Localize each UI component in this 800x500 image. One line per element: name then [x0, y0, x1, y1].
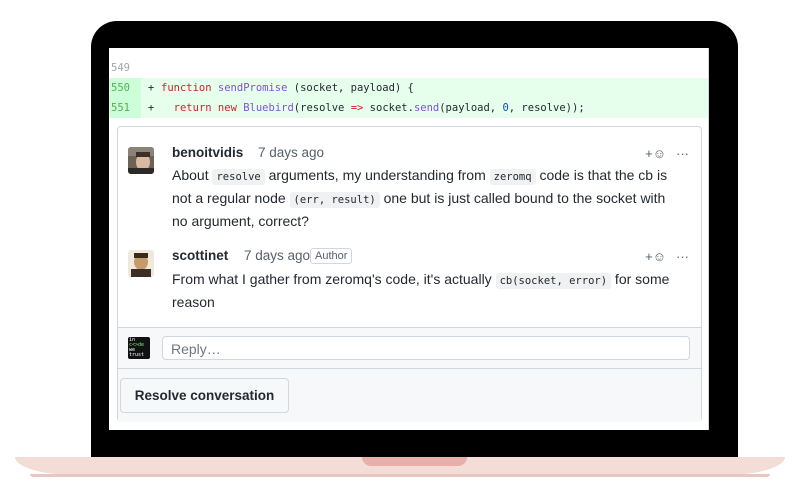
resolve-area: Resolve conversation [118, 368, 701, 422]
code-keyword: return [173, 102, 212, 114]
code-diff: 549 550 + function sendPromise (socket, … [109, 48, 709, 118]
line-number[interactable]: 550 [109, 78, 141, 98]
comment-actions: +☺ ··· [635, 249, 689, 264]
code-line-551: 551 + return new Bluebird(resolve => soc… [109, 98, 709, 118]
reply-input[interactable]: Reply… [162, 336, 690, 360]
code-rest: (payload, [439, 102, 503, 114]
comment-body: From what I gather from zeromq's code, i… [172, 269, 682, 313]
code-rest: , resolve)); [508, 102, 585, 114]
inline-code: (err, result) [289, 192, 380, 208]
code-line-550: 550 + function sendPromise (socket, payl… [109, 78, 709, 98]
inline-code: cb(socket, error) [495, 273, 612, 289]
resolve-conversation-button[interactable]: Resolve conversation [120, 378, 289, 413]
add-reaction-icon[interactable]: +☺ [645, 249, 666, 264]
comment-body: About resolve arguments, my understandin… [172, 165, 682, 232]
code-text: return new Bluebird(resolve => socket.se… [161, 98, 585, 118]
avatar-benoitvidis[interactable] [128, 147, 154, 174]
code-rest: socket. [363, 102, 414, 114]
comment-author[interactable]: benoitvidis [172, 145, 243, 160]
code-class-name: Bluebird [243, 102, 294, 114]
more-options-icon[interactable]: ··· [676, 249, 689, 264]
inline-code: resolve [212, 169, 265, 185]
comment-text: arguments, my understanding from [264, 167, 490, 183]
diff-marker: + [147, 82, 155, 94]
avatar-text: trust [129, 352, 145, 358]
more-options-icon[interactable]: ··· [676, 146, 689, 161]
code-function-name: sendPromise [217, 82, 288, 94]
diff-marker [141, 58, 161, 78]
code-keyword: new [217, 102, 237, 114]
code-rest: (socket, payload) { [287, 82, 414, 94]
divider [708, 48, 709, 430]
code-text: function sendPromise (socket, payload) { [161, 78, 414, 98]
comment-timestamp[interactable]: 7 days ago [244, 248, 310, 263]
code-rest: (resolve [293, 102, 351, 114]
code-line-549: 549 [109, 58, 709, 78]
code-keyword: function [161, 82, 212, 94]
comment-text: From what I gather from zeromq's code, i… [172, 271, 496, 287]
comment-timestamp[interactable]: 7 days ago [258, 145, 324, 160]
review-thread: benoitvidis 7 days ago +☺ ··· About resol… [117, 126, 702, 422]
line-number[interactable]: 551 [109, 98, 141, 118]
code-arrow: => [350, 102, 364, 114]
code-line-partial [109, 48, 709, 58]
author-badge: Author [310, 248, 353, 264]
laptop-base-shadow [30, 474, 770, 477]
diff-marker: + [147, 102, 155, 114]
inline-code: zeromq [489, 169, 536, 185]
laptop-notch [362, 457, 467, 466]
line-number[interactable]: 549 [109, 58, 141, 78]
reply-area: in c<>de we trust Reply… [118, 327, 701, 368]
avatar-scottinet[interactable] [128, 250, 154, 277]
comment-text: About [172, 167, 213, 183]
screen: 549 550 + function sendPromise (socket, … [109, 48, 709, 430]
current-user-avatar: in c<>de we trust [128, 337, 150, 359]
comment-author[interactable]: scottinet [172, 248, 228, 263]
add-reaction-icon[interactable]: +☺ [645, 146, 666, 161]
comment-actions: +☺ ··· [635, 146, 689, 161]
code-call: send [413, 102, 440, 114]
